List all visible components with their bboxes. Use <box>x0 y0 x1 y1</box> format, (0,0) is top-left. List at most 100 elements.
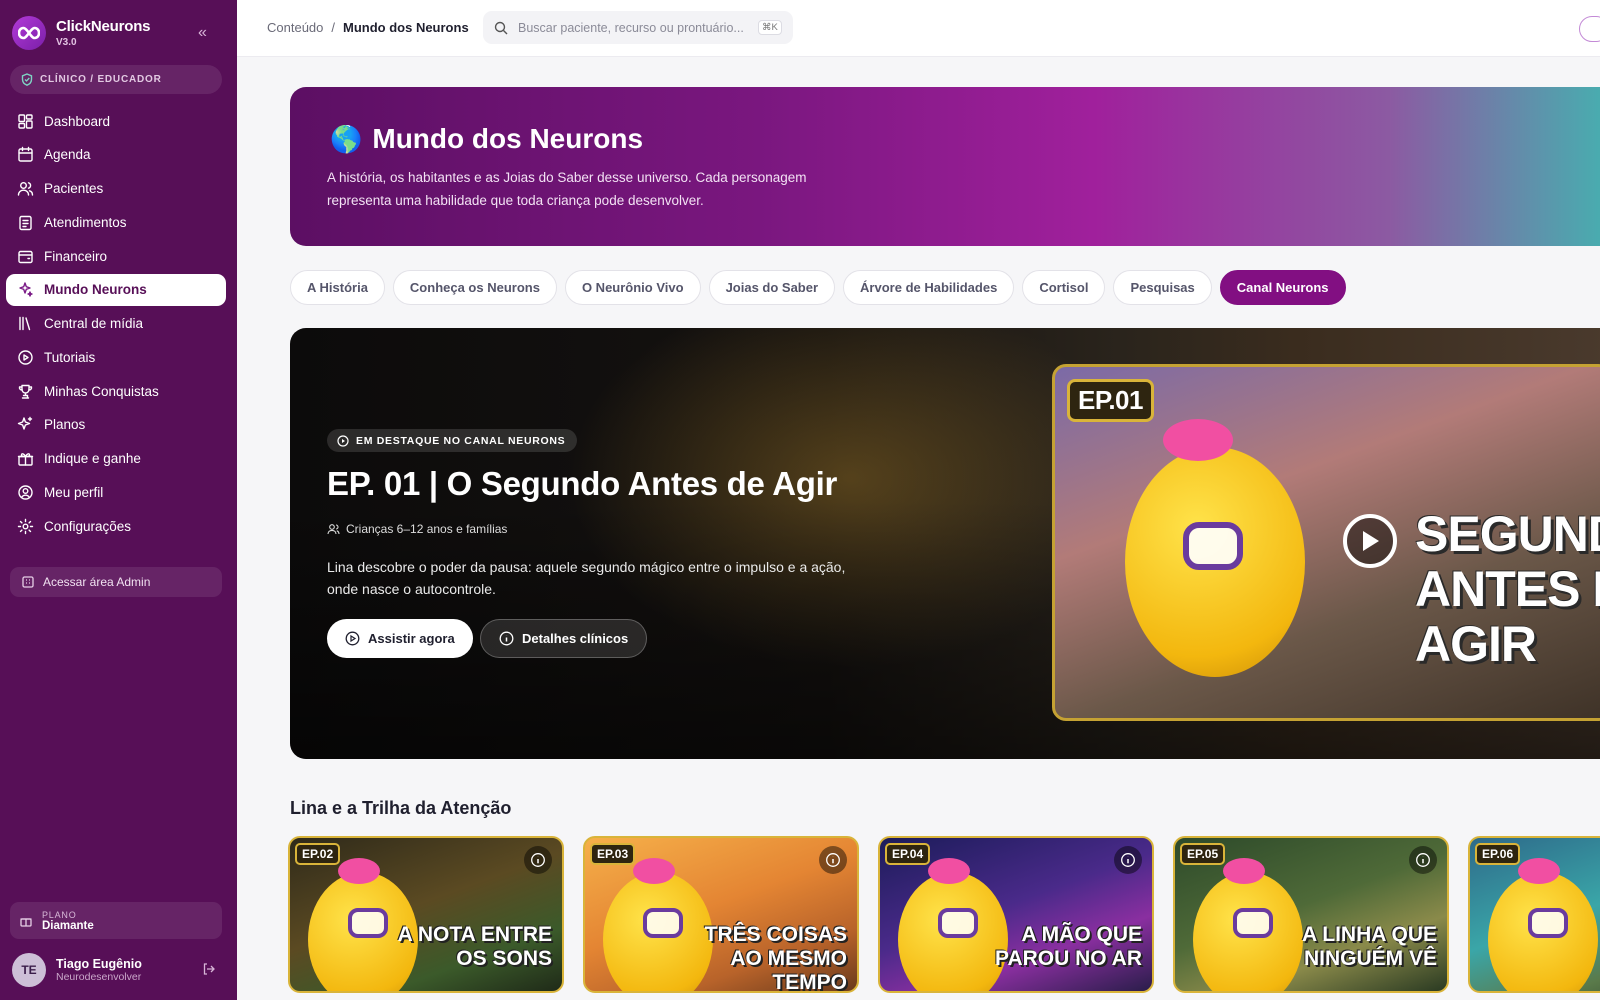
breadcrumb: Conteúdo / Mundo dos Neurons <box>267 20 469 35</box>
episode-title-text: A nota entre os sons <box>397 923 552 970</box>
episode-title-text: Três coisas ao mesmo tempo <box>704 923 847 993</box>
brand-version: V3.0 <box>56 37 77 48</box>
featured-badge: EM DESTAQUE NO CANAL NEURONS <box>327 429 578 452</box>
brand[interactable]: ClickNeurons V3.0 <box>12 16 150 50</box>
glasses-shape <box>348 908 388 938</box>
info-icon[interactable] <box>1409 846 1437 874</box>
avatar: TE <box>12 953 46 987</box>
episode-tag: EP.03 <box>590 843 636 865</box>
user-name: Tiago Eugênio <box>56 957 142 971</box>
sidebar-item-central-de-mídia[interactable]: Central de mídia <box>6 308 226 340</box>
sidebar-item-label: Mundo Neurons <box>44 282 147 298</box>
sidebar-item-configurações[interactable]: Configurações <box>6 510 226 542</box>
sparkles-icon <box>19 282 33 297</box>
shield-icon <box>21 73 33 86</box>
section-title: Lina e a Trilha da Atenção <box>290 798 512 818</box>
tab-3[interactable]: O Neurônio Vivo <box>564 270 701 305</box>
clinical-details-button[interactable]: Detalhes clínicos <box>480 619 648 658</box>
pink-bow-shape <box>1518 858 1560 884</box>
episode-tag: EP.04 <box>885 843 931 865</box>
sidebar-item-planos[interactable]: Planos <box>6 409 226 441</box>
sidebar-item-label: Dashboard <box>44 113 111 129</box>
sidebar-item-minhas-conquistas[interactable]: Minhas Conquistas <box>6 375 226 407</box>
sidebar-nav: Dashboard Agenda Pacientes Atendimentos Fina… <box>6 105 226 544</box>
sidebar-item-indique-e-ganhe[interactable]: Indique e ganhe <box>6 443 226 475</box>
episode-card[interactable]: EP.04 A mão que parou no ar <box>878 836 1154 993</box>
sidebar-item-dashboard[interactable]: Dashboard <box>6 105 226 137</box>
library-icon <box>19 316 31 331</box>
sidebar-item-label: Pacientes <box>44 181 104 196</box>
episode-tag: EP.05 <box>1180 843 1226 865</box>
play-circle-icon <box>345 631 360 646</box>
logout-icon[interactable] <box>202 962 216 981</box>
watch-now-button[interactable]: Assistir agora <box>327 619 473 658</box>
play-circle-icon <box>18 350 33 365</box>
user-circle-icon <box>18 485 33 500</box>
users-icon <box>327 524 340 535</box>
sidebar-item-financeiro[interactable]: Financeiro <box>6 240 226 272</box>
sidebar-item-label: Planos <box>44 417 86 433</box>
episode-tag: EP.02 <box>295 843 341 865</box>
sidebar-item-meu-perfil[interactable]: Meu perfil <box>6 476 226 508</box>
sidebar-item-label: Central de mídia <box>44 316 144 331</box>
tab-1[interactable]: A História <box>290 270 385 305</box>
content-tabs: A História Conheça os Neurons O Neurônio V… <box>290 270 1346 305</box>
episode-card[interactable]: EP.02 A nota entre os sons <box>288 836 564 993</box>
user-profile[interactable]: TE Tiago Eugênio Neurodesenvolver <box>12 952 222 988</box>
tab-8[interactable]: Canal Neurons <box>1219 270 1346 305</box>
sidebar-item-pacientes[interactable]: Pacientes <box>6 173 226 205</box>
hero-title: Mundo dos Neurons <box>372 123 644 154</box>
role-badge: CLÍNICO / EDUCADOR <box>10 65 222 94</box>
dashboard-icon <box>18 113 33 129</box>
plan-label: PLANO <box>42 909 77 920</box>
hero-banner: 🌎 Mundo dos Neurons A história, os habit… <box>290 87 1600 246</box>
search-box[interactable]: ⌘K <box>483 11 793 44</box>
plan-value: Diamante <box>42 919 94 932</box>
sidebar-item-label: Atendimentos <box>44 214 127 230</box>
top-right-toggle[interactable] <box>1579 16 1600 42</box>
search-input[interactable] <box>518 20 748 35</box>
glasses-shape <box>643 908 683 938</box>
episode-carousel: EP.02 A nota entre os sons EP.03 Três coisa… <box>288 836 1600 993</box>
pink-bow-shape <box>928 858 970 884</box>
episode-card[interactable]: EP.05 A linha que ninguém vê <box>1173 836 1449 993</box>
sidebar-item-agenda[interactable]: Agenda <box>6 139 226 171</box>
clipboard-icon <box>19 215 32 230</box>
tab-7[interactable]: Pesquisas <box>1113 270 1212 305</box>
pink-bow-shape <box>1223 858 1265 884</box>
info-icon[interactable] <box>524 846 552 874</box>
tab-4[interactable]: Joias do Saber <box>708 270 836 305</box>
top-bar: Conteúdo / Mundo dos Neurons ⌘K <box>237 0 1600 57</box>
pink-bow-shape <box>633 858 675 884</box>
search-shortcut: ⌘K <box>758 20 782 35</box>
glasses-shape <box>1528 908 1568 938</box>
info-icon[interactable] <box>1114 846 1142 874</box>
episode-card[interactable]: EP.03 Três coisas ao mesmo tempo <box>583 836 859 993</box>
sidebar-item-mundo-neurons[interactable]: Mundo Neurons <box>6 273 226 306</box>
play-button-icon[interactable] <box>1343 514 1397 568</box>
tab-2[interactable]: Conheça os Neurons <box>392 270 557 305</box>
featured-thumbnail[interactable]: EP.01 SEGUNDO ANTES DE AGIR <box>1052 364 1600 721</box>
sidebar-item-atendimentos[interactable]: Atendimentos <box>6 206 226 238</box>
sidebar-item-tutoriais[interactable]: Tutoriais <box>6 341 226 373</box>
watch-now-label: Assistir agora <box>368 631 455 646</box>
tab-5[interactable]: Árvore de Habilidades <box>843 270 1015 305</box>
breadcrumb-separator: / <box>331 20 336 35</box>
featured-badge-label: EM DESTAQUE NO CANAL NEURONS <box>356 434 566 447</box>
wallet-icon <box>18 250 33 263</box>
featured-episode: EM DESTAQUE NO CANAL NEURONS EP. 01 | O … <box>290 328 1600 759</box>
globe-icon: 🌎 <box>330 123 363 154</box>
user-role: Neurodesenvolver <box>56 971 142 983</box>
breadcrumb-parent[interactable]: Conteúdo <box>267 20 323 35</box>
admin-access-button[interactable]: Acessar área Admin <box>10 567 222 597</box>
featured-audience: Crianças 6–12 anos e famílias <box>327 522 507 536</box>
play-circle-icon <box>337 434 349 447</box>
glasses-shape <box>938 908 978 938</box>
plan-card[interactable]: PLANO Diamante <box>10 902 222 939</box>
collapse-sidebar-icon[interactable]: « <box>198 24 207 42</box>
episode-card[interactable]: EP.06 <box>1468 836 1600 993</box>
info-icon[interactable] <box>819 846 847 874</box>
tab-6[interactable]: Cortisol <box>1022 270 1106 305</box>
role-label: CLÍNICO / EDUCADOR <box>40 74 162 85</box>
trophy-icon <box>18 384 33 399</box>
